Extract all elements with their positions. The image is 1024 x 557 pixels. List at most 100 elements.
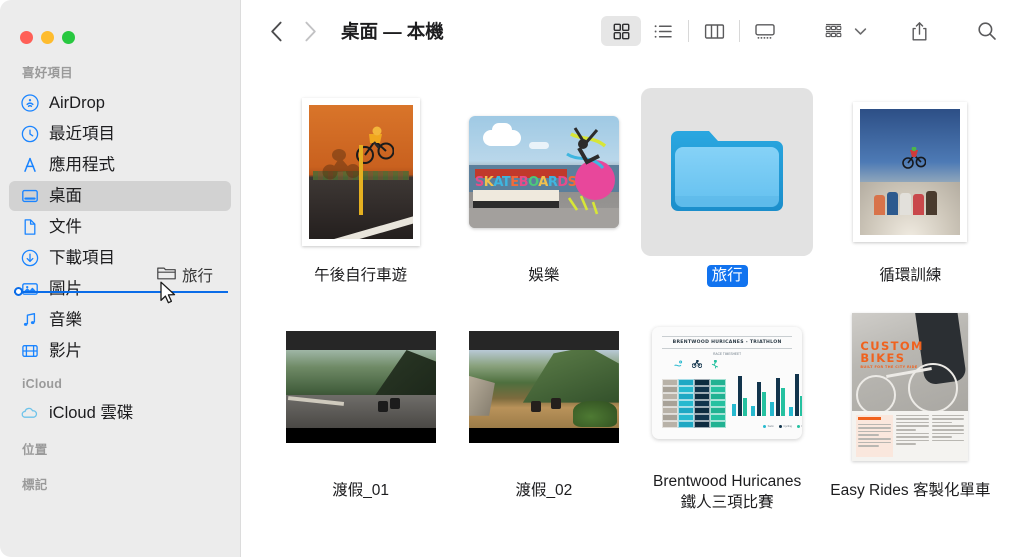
file-item[interactable]: SKATEBOARDS 娛樂 [452, 84, 635, 299]
page-title: 桌面 — 本機 [341, 21, 444, 42]
magazine-headline: CUSTOM BIKES BUILT FOR THE CITY RIDE [860, 340, 924, 370]
sidebar-item-label: 最近項目 [49, 124, 115, 143]
applications-icon [20, 156, 39, 175]
sidebar-item-label: 應用程式 [49, 155, 115, 174]
legend-label: Running [801, 425, 802, 428]
search-button[interactable] [967, 16, 1007, 46]
file-label: 午後自行車遊 [314, 267, 408, 284]
file-item[interactable]: 循環訓練 [819, 84, 1002, 299]
file-item[interactable]: BRENTWOOD HURICANES - TRIATHLON RACE TIM… [636, 299, 819, 514]
file-label: 渡假_02 [515, 482, 573, 499]
sidebar-item-movies[interactable]: 影片 [9, 336, 231, 366]
list-view-button[interactable] [643, 16, 683, 46]
icon-view-button[interactable] [601, 16, 641, 46]
sidebar-header-tags: 標記 [22, 478, 48, 492]
pictures-icon [20, 280, 39, 299]
sidebar-item-label: 圖片 [49, 279, 82, 298]
thumbnail [641, 88, 814, 256]
movies-icon [20, 342, 39, 361]
doc-subtitle: RACE TIMESHEET [713, 351, 742, 356]
thumbnail [275, 303, 447, 471]
toolbar-divider [739, 20, 740, 42]
file-label: 渡假_01 [332, 482, 390, 499]
forward-button[interactable] [293, 14, 327, 48]
photo-frame [853, 102, 968, 242]
folder-icon [665, 122, 789, 222]
sidebar-item-documents[interactable]: 文件 [9, 212, 231, 242]
close-button[interactable] [20, 30, 33, 44]
file-label: Brentwood Huricanes 鐵人三項比賽 [653, 473, 802, 511]
sidebar-item-icloud-drive[interactable]: iCloud 雲碟 [9, 398, 231, 428]
sidebar-item-label: 桌面 [49, 186, 82, 205]
finder-window: 喜好項目 AirDrop 最近項目 應用程式 桌面 文件 下載項目 圖片 音樂 … [0, 0, 1024, 557]
sidebar-item-label: 文件 [49, 217, 82, 236]
zoom-button[interactable] [62, 30, 75, 44]
thumbnail [458, 303, 630, 471]
photo-frame [301, 98, 420, 246]
file-item[interactable]: 渡假_02 [452, 299, 635, 514]
doc-chart [732, 371, 803, 423]
sidebar-item-applications[interactable]: 應用程式 [9, 150, 231, 180]
view-switcher [600, 16, 786, 46]
share-button[interactable] [899, 16, 939, 46]
downloads-icon [20, 249, 39, 268]
sidebar-item-label: 音樂 [49, 310, 82, 329]
icloud-icon [20, 404, 39, 423]
file-grid: 午後自行車遊 SKATEBOARDS 娛樂 旅行 循環訓練 渡假_01 渡假_0… [241, 62, 1024, 557]
sidebar-item-desktop[interactable]: 桌面 [9, 181, 231, 211]
document-chart-thumbnail: BRENTWOOD HURICANES - TRIATHLON RACE TIM… [652, 326, 803, 439]
doc-title: BRENTWOOD HURICANES - TRIATHLON [672, 339, 782, 345]
file-item[interactable]: CUSTOM BIKES BUILT FOR THE CITY RIDE Eas… [819, 299, 1002, 514]
toolbar-divider [688, 20, 689, 42]
headline-line-2: BIKES [860, 350, 906, 365]
desktop-icon [20, 187, 39, 206]
drop-indicator-knob [14, 287, 23, 296]
minimize-button[interactable] [41, 30, 54, 44]
doc-table [662, 378, 727, 428]
photo-bmx-wall [308, 105, 413, 239]
traffic-lights [0, 0, 240, 52]
video-road-thumbnail [285, 331, 436, 443]
thumbnail: CUSTOM BIKES BUILT FOR THE CITY RIDE [824, 303, 996, 471]
group-by-button[interactable] [813, 16, 853, 46]
airdrop-icon [20, 94, 39, 113]
drag-ghost-label: 旅行 [182, 268, 214, 285]
thumbnail [824, 88, 996, 256]
content-area: 桌面 — 本機 午後自行車遊 SKATEBOARDS 娛樂 旅行 循環訓練 渡假… [240, 0, 1024, 557]
sidebar-item-airdrop[interactable]: AirDrop [9, 88, 231, 118]
sidebar-header-locations: 位置 [22, 443, 48, 457]
photo-skate-mural: SKATEBOARDS [468, 116, 619, 228]
gallery-view-button[interactable] [745, 16, 785, 46]
legend-label: Swim [767, 424, 774, 428]
sidebar-item-label: 下載項目 [49, 248, 115, 267]
sport-icons [674, 359, 794, 369]
file-item[interactable]: 午後自行車遊 [269, 84, 452, 299]
file-item[interactable]: 渡假_01 [269, 299, 452, 514]
magazine-columns [852, 410, 969, 461]
column-view-button[interactable] [694, 16, 734, 46]
legend-label: Cycling [783, 424, 792, 428]
sidebar: 喜好項目 AirDrop 最近項目 應用程式 桌面 文件 下載項目 圖片 音樂 … [0, 0, 240, 557]
sidebar-header-icloud: iCloud [22, 377, 63, 391]
sidebar-item-label: 影片 [49, 341, 82, 360]
magazine-page-thumbnail: CUSTOM BIKES BUILT FOR THE CITY RIDE [852, 313, 969, 461]
arrow-cursor [160, 281, 177, 310]
photo-bmx-sky [860, 109, 961, 235]
sidebar-item-recents[interactable]: 最近項目 [9, 119, 231, 149]
sidebar-item-label: iCloud 雲碟 [49, 403, 134, 422]
sidebar-item-music[interactable]: 音樂 [9, 305, 231, 335]
file-label: Easy Rides 客製化單車 [830, 482, 991, 499]
back-button[interactable] [259, 14, 293, 48]
thumbnail: BRENTWOOD HURICANES - TRIATHLON RACE TIM… [641, 303, 813, 462]
photo-frame: SKATEBOARDS [468, 116, 619, 228]
file-label: 旅行 [706, 265, 748, 288]
drop-indicator-line [14, 291, 228, 293]
thumbnail [275, 88, 447, 256]
clock-icon [20, 125, 39, 144]
sidebar-header-favorites: 喜好項目 [22, 66, 73, 80]
thumbnail: SKATEBOARDS [458, 88, 630, 256]
group-by-control[interactable] [812, 16, 872, 46]
file-item[interactable]: 旅行 [636, 84, 819, 299]
chevron-down-icon[interactable] [854, 27, 872, 36]
headline-subhead: BUILT FOR THE CITY RIDE [860, 365, 918, 370]
